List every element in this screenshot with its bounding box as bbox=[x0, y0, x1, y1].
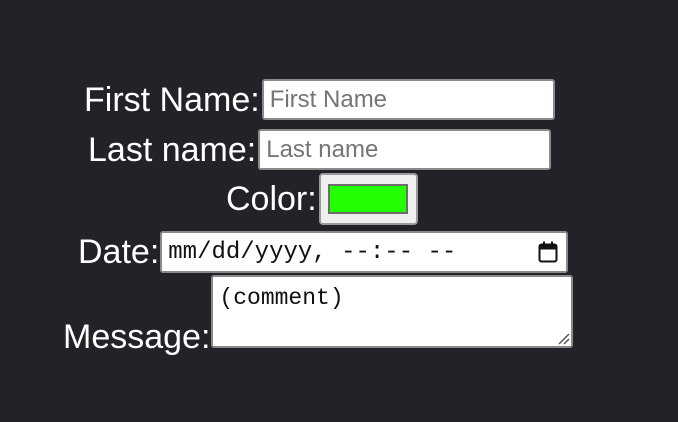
calendar-icon[interactable] bbox=[538, 241, 558, 263]
message-textarea-wrapper bbox=[211, 275, 574, 348]
resize-handle-icon[interactable] bbox=[556, 331, 570, 345]
first-name-input[interactable] bbox=[261, 79, 555, 120]
contact-form: First Name: Last name: Color: Date: mm/d… bbox=[0, 0, 678, 422]
message-textarea[interactable] bbox=[211, 275, 574, 348]
last-name-input[interactable] bbox=[258, 129, 552, 170]
message-label: Message: bbox=[63, 318, 211, 356]
color-picker-button[interactable] bbox=[318, 173, 418, 225]
color-swatch bbox=[328, 184, 409, 214]
last-name-row: Last name: bbox=[88, 129, 552, 170]
message-row: Message: bbox=[63, 275, 574, 354]
date-input[interactable]: mm/dd/yyyy, --:-- -- bbox=[160, 231, 569, 273]
color-row: Color: bbox=[226, 173, 418, 225]
date-input-text: mm/dd/yyyy, --:-- -- bbox=[168, 238, 457, 266]
last-name-label: Last name: bbox=[88, 130, 257, 169]
color-label: Color: bbox=[226, 180, 317, 218]
first-name-label: First Name: bbox=[84, 80, 260, 119]
date-label: Date: bbox=[78, 233, 160, 271]
date-row: Date: mm/dd/yyyy, --:-- -- bbox=[78, 231, 569, 273]
first-name-row: First Name: bbox=[84, 79, 555, 120]
